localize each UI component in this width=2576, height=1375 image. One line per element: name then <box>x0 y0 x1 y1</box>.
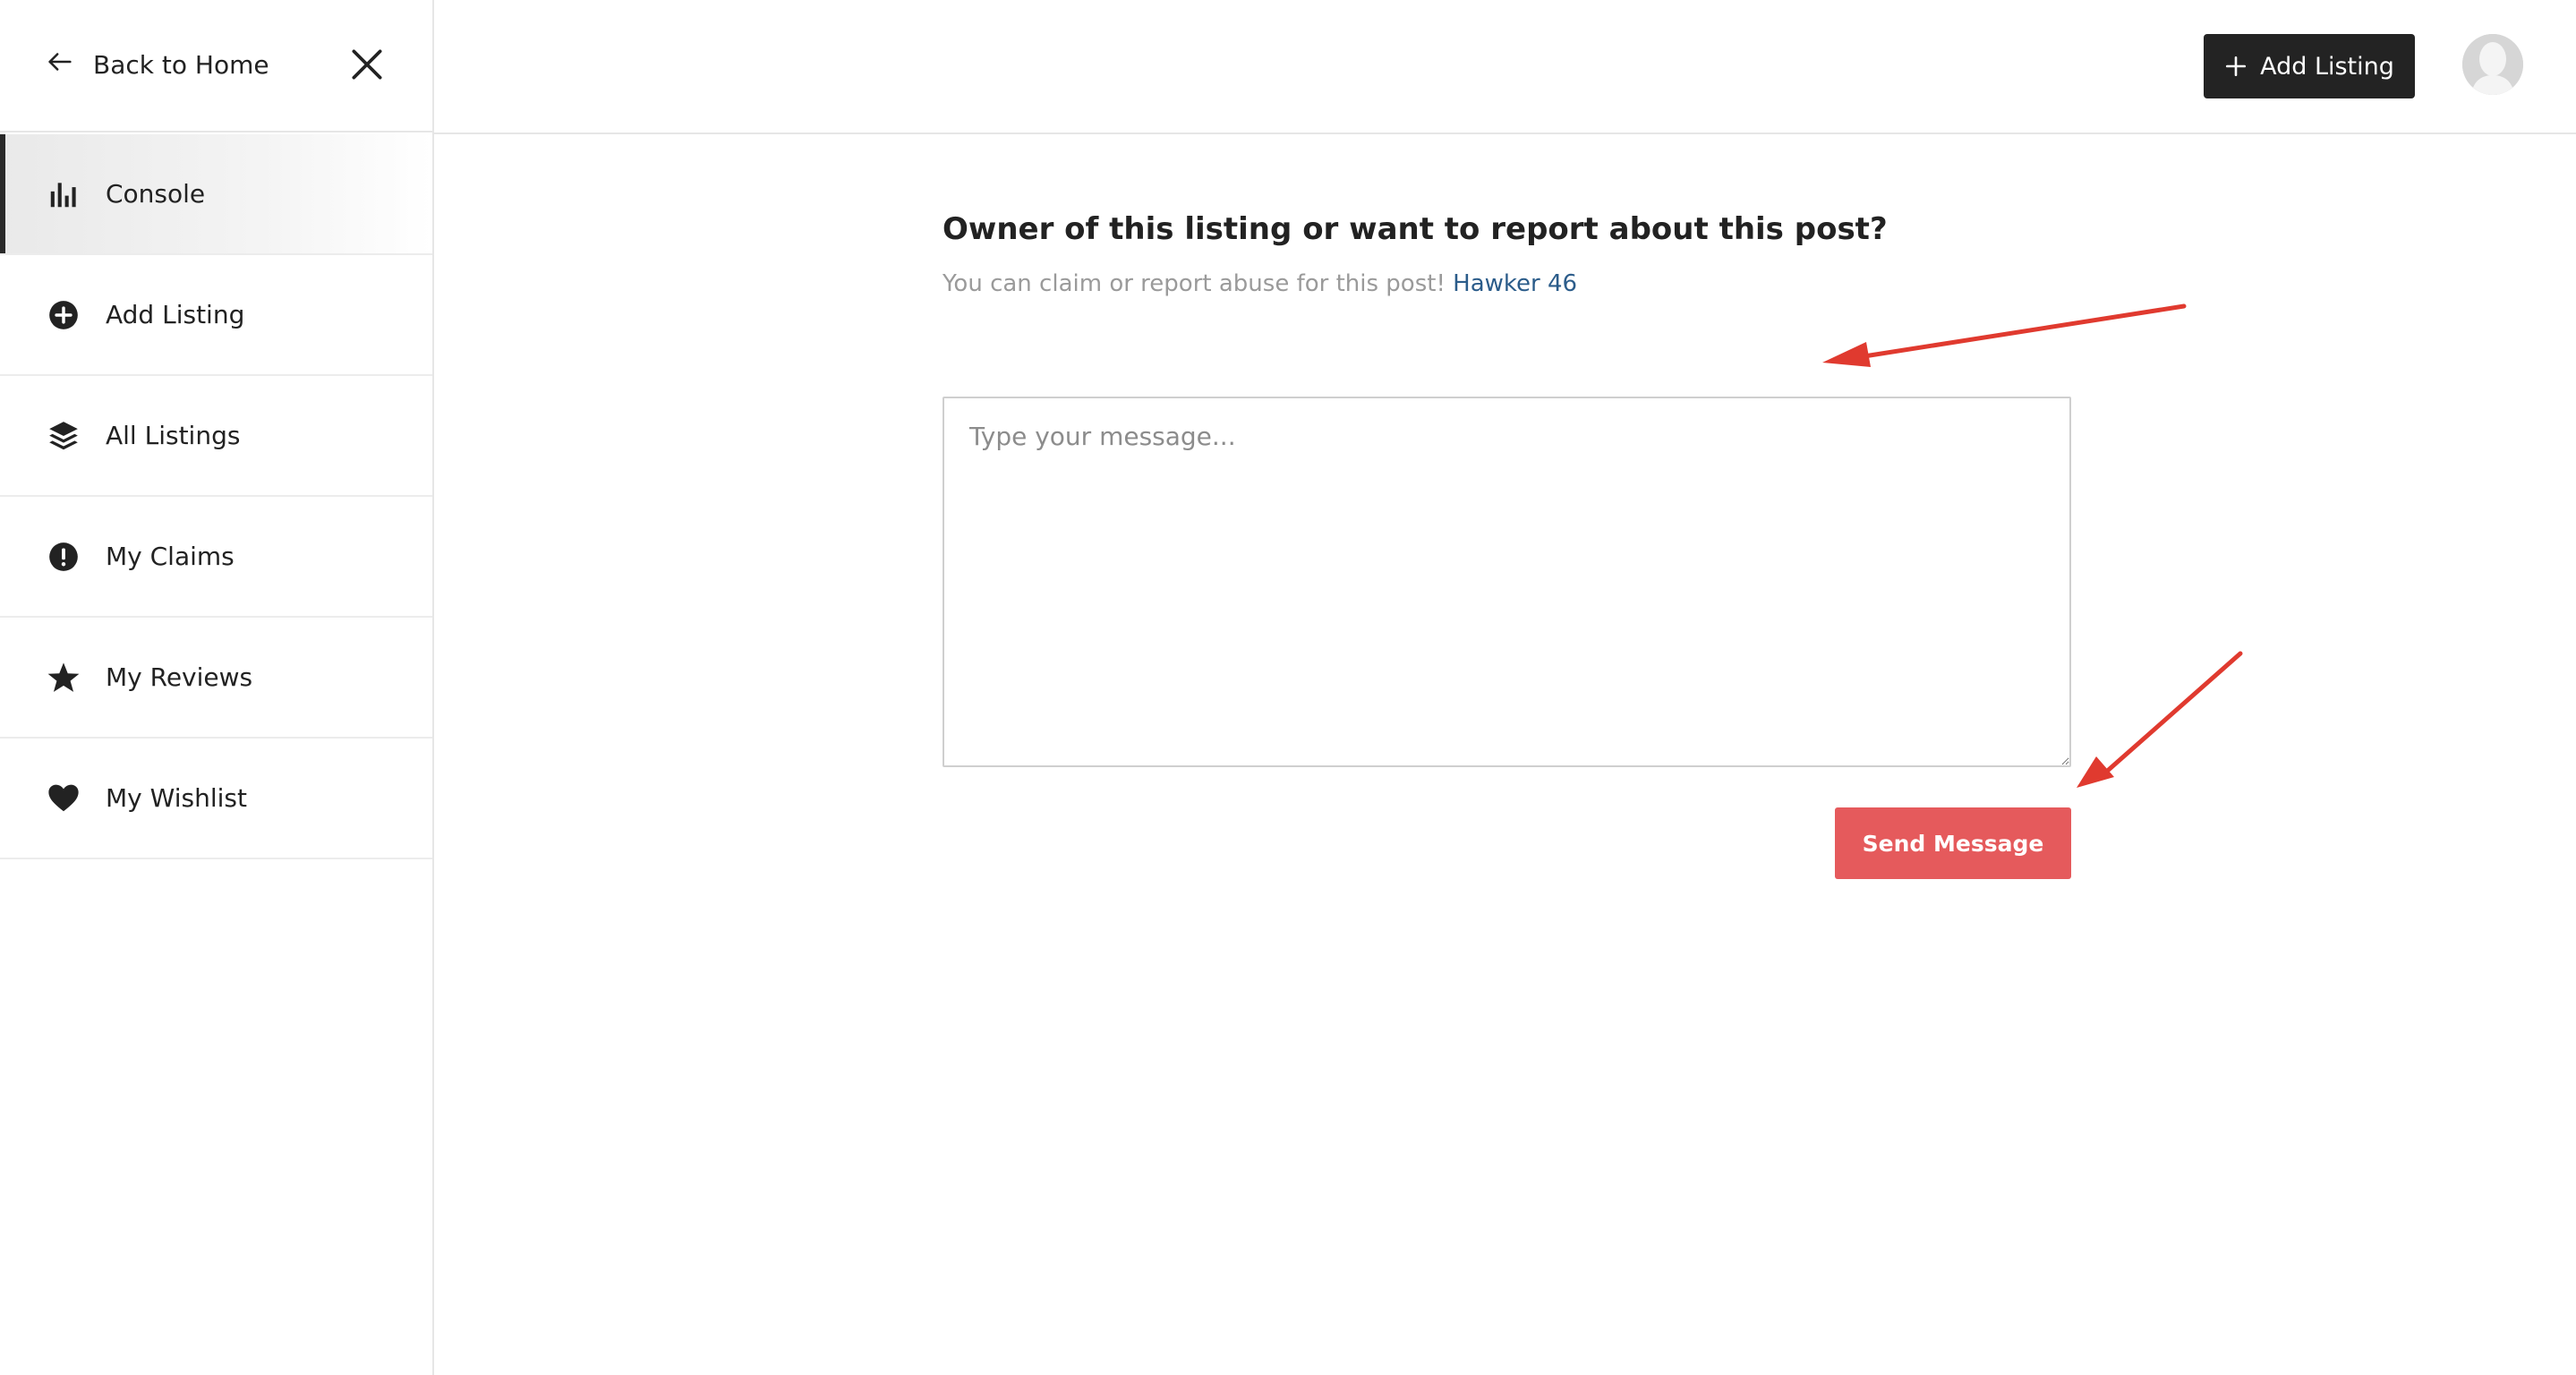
plus-circle-icon <box>47 298 81 332</box>
annotation-arrow <box>1822 303 2187 367</box>
top-bar: Add Listing <box>434 0 2576 134</box>
page-title: Owner of this listing or want to report … <box>943 211 1888 247</box>
arrow-left-icon <box>45 47 75 83</box>
user-silhouette-icon <box>2462 34 2523 95</box>
listing-name-link[interactable]: Hawker 46 <box>1453 270 1577 297</box>
bar-chart-icon <box>47 177 81 211</box>
plus-icon <box>2226 56 2247 77</box>
sidebar-item-label: Add Listing <box>106 300 245 329</box>
back-to-home-label: Back to Home <box>93 49 269 80</box>
annotation-arrow <box>2077 651 2243 788</box>
sidebar-menu: Console Add Listing All Listings My Clai… <box>0 134 432 859</box>
sidebar-item-label: All Listings <box>106 421 241 450</box>
exclamation-circle-icon <box>47 540 81 574</box>
sidebar-item-console[interactable]: Console <box>0 134 432 255</box>
close-icon <box>352 49 382 80</box>
avatar[interactable] <box>2462 34 2523 95</box>
sidebar-header: Back to Home <box>0 0 432 132</box>
sidebar-item-label: My Wishlist <box>106 783 247 813</box>
send-message-button[interactable]: Send Message <box>1835 807 2071 879</box>
add-listing-label: Add Listing <box>2260 52 2394 81</box>
subtitle-text: You can claim or report abuse for this p… <box>943 270 1446 297</box>
sidebar-item-my-claims[interactable]: My Claims <box>0 497 432 618</box>
back-to-home-link[interactable]: Back to Home <box>45 45 269 84</box>
sidebar-item-my-wishlist[interactable]: My Wishlist <box>0 739 432 859</box>
sidebar-item-my-reviews[interactable]: My Reviews <box>0 618 432 739</box>
sidebar-item-label: My Reviews <box>106 662 253 692</box>
sidebar-item-label: My Claims <box>106 542 235 571</box>
sidebar-item-label: Console <box>106 179 206 209</box>
sidebar-item-add-listing[interactable]: Add Listing <box>0 255 432 376</box>
sidebar-item-all-listings[interactable]: All Listings <box>0 376 432 497</box>
heart-icon <box>47 781 81 816</box>
add-listing-button[interactable]: Add Listing <box>2204 34 2415 98</box>
close-sidebar-button[interactable] <box>347 45 387 84</box>
page-subtitle: You can claim or report abuse for this p… <box>943 270 1577 297</box>
message-textarea[interactable] <box>943 397 2071 767</box>
layers-icon <box>47 419 81 453</box>
star-icon <box>47 661 81 695</box>
sidebar: Back to Home Console Add Listing All Lis… <box>0 0 434 1375</box>
